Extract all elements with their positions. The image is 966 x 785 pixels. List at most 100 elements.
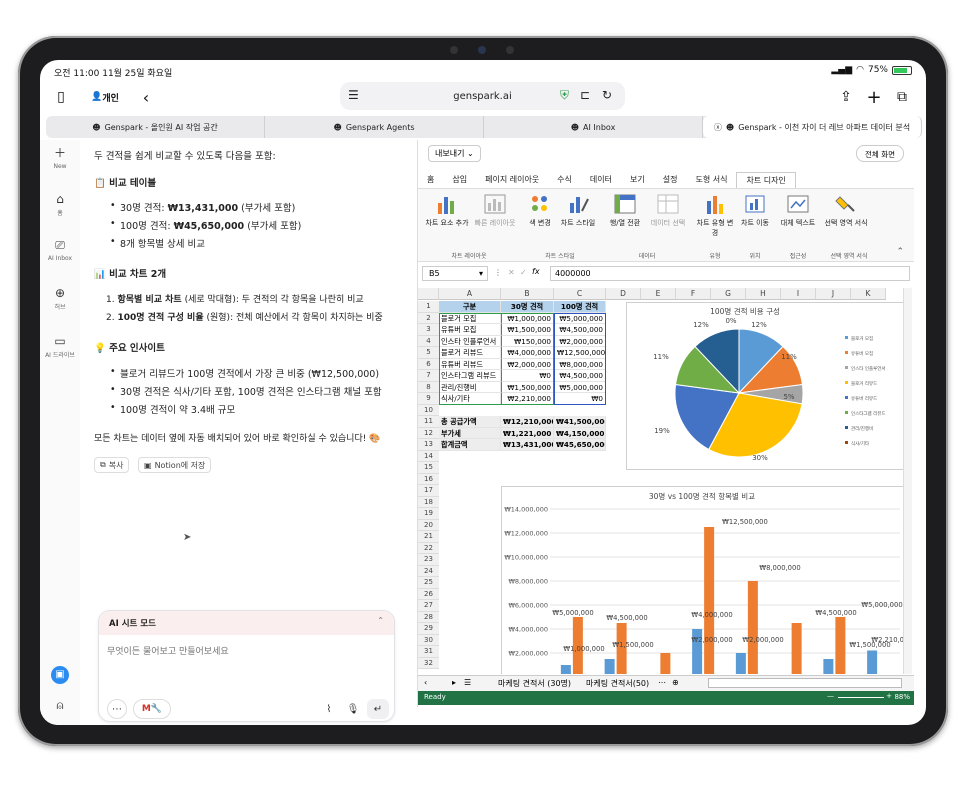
row-header[interactable]: 29 <box>418 623 439 635</box>
sheet-tab-50[interactable]: 마케팅 견적서(50) <box>586 678 649 689</box>
column-header[interactable]: C <box>554 288 606 300</box>
pie-chart[interactable]: 100명 견적 비용 구성 12% 11% 5% 30% 19% 11% 12% 0% 블로거 모… <box>626 302 904 470</box>
bar[interactable] <box>867 650 878 674</box>
move-chart-button[interactable]: 차트 이동 <box>738 193 772 228</box>
row-header[interactable]: 24 <box>418 565 439 577</box>
sheet-list-icon[interactable]: ☰ <box>464 678 471 687</box>
row-header[interactable]: 10 <box>418 404 439 416</box>
table-cell[interactable]: ₩45,650,000 <box>554 439 606 451</box>
cancel-formula-icon[interactable]: ✕ <box>508 268 515 277</box>
select-data-button[interactable]: 데이터 선택 <box>648 193 688 228</box>
page-menu-icon[interactable]: ☰ <box>348 88 359 102</box>
tab-insert[interactable]: 삽입 <box>443 172 476 188</box>
tab-shape-format[interactable]: 도형 서식 <box>686 172 736 188</box>
row-header[interactable]: 17 <box>418 485 439 497</box>
bar[interactable] <box>823 659 834 674</box>
bar-chart[interactable]: 30명 vs 100명 견적 항목별 비교 ₩2,000,000 ₩4,000,00… <box>501 486 913 674</box>
row-header[interactable]: 25 <box>418 577 439 589</box>
table-cell[interactable]: ₩1,221,000 <box>501 427 554 439</box>
bar[interactable] <box>747 581 758 674</box>
tab-apartment-analysis[interactable]: ⓧ ☻ Genspark - 이천 자이 더 레브 아파트 데이터 분석 <box>703 116 922 138</box>
bar[interactable] <box>604 659 615 674</box>
table-cell[interactable]: 구분 <box>439 301 501 313</box>
bar[interactable] <box>704 527 715 674</box>
rail-home[interactable]: ⌂ 홈 <box>40 192 80 217</box>
row-header[interactable]: 31 <box>418 646 439 658</box>
row-header[interactable]: 18 <box>418 496 439 508</box>
sheet-tab-30[interactable]: 마케팅 견적서 (30명) <box>498 678 571 689</box>
collapse-ribbon-icon[interactable]: ⌃ <box>896 247 904 257</box>
send-icon[interactable]: ↵ <box>367 699 389 719</box>
change-colors-button[interactable]: 색 변경 <box>522 193 558 228</box>
add-chart-element-button[interactable]: 차트 요소 추가 <box>424 193 470 228</box>
row-header[interactable]: 30 <box>418 634 439 646</box>
row-header[interactable]: 20 <box>418 519 439 531</box>
row-header[interactable]: 7 <box>418 370 439 382</box>
tab-settings[interactable]: 설정 <box>654 172 687 188</box>
zoom-slider[interactable] <box>838 697 884 698</box>
table-cell[interactable]: 100명 견적 <box>554 301 606 313</box>
row-header[interactable]: 22 <box>418 542 439 554</box>
row-header[interactable]: 12 <box>418 427 439 439</box>
tab-view[interactable]: 보기 <box>621 172 654 188</box>
row-header[interactable]: 26 <box>418 588 439 600</box>
row-header[interactable]: 2 <box>418 312 439 324</box>
new-tab-icon[interactable]: + <box>864 85 884 109</box>
column-header[interactable]: K <box>851 288 886 300</box>
add-sheet-icon[interactable]: ⊕ <box>672 678 679 687</box>
row-header[interactable]: 19 <box>418 508 439 520</box>
column-header[interactable]: D <box>606 288 641 300</box>
prompt-input[interactable] <box>107 643 387 661</box>
chevron-up-icon[interactable]: ⌃ <box>377 616 384 625</box>
bar[interactable] <box>560 665 571 674</box>
alt-text-button[interactable]: 대체 텍스트 <box>778 193 818 228</box>
format-selection-button[interactable]: 선택 영역 서식 <box>824 193 868 228</box>
rail-new[interactable]: ＋ New <box>40 144 80 170</box>
row-header[interactable]: 14 <box>418 450 439 462</box>
confirm-formula-icon[interactable]: ✓ <box>520 268 527 277</box>
zoom-in-icon[interactable]: + <box>886 692 892 700</box>
notion-save-button[interactable]: ▣ Notion에 저장 <box>138 457 212 473</box>
table-cell[interactable]: ₩12,210,000 <box>501 416 554 428</box>
tabs-overview-icon[interactable]: ⧉ <box>892 85 912 109</box>
column-header[interactable]: G <box>711 288 746 300</box>
tab-chart-design[interactable]: 차트 디자인 <box>736 172 796 188</box>
tab-formulas[interactable]: 수식 <box>548 172 581 188</box>
row-header[interactable]: 32 <box>418 657 439 669</box>
row-header[interactable]: 8 <box>418 381 439 393</box>
table-cell[interactable]: ₩4,150,000 <box>554 427 606 439</box>
reader-icon[interactable]: ⊏ <box>580 88 590 102</box>
column-header[interactable]: F <box>676 288 711 300</box>
reload-icon[interactable]: ↻ <box>602 88 612 102</box>
tab-page-layout[interactable]: 페이지 레이아웃 <box>476 172 548 188</box>
column-header[interactable]: I <box>781 288 816 300</box>
row-header[interactable]: 6 <box>418 358 439 370</box>
horizontal-scrollbar[interactable] <box>708 678 902 688</box>
more-vert-icon[interactable]: ⋮ <box>494 268 502 277</box>
row-header[interactable]: 27 <box>418 600 439 612</box>
tab-genspark-agents[interactable]: ☻ Genspark Agents <box>265 116 484 138</box>
tab-home[interactable]: 홈 <box>418 172 443 188</box>
rail-ai-inbox[interactable]: ⎚ AI Inbox <box>40 238 80 262</box>
bar[interactable] <box>735 653 746 674</box>
zoom-out-icon[interactable]: — <box>827 692 834 700</box>
table-cell[interactable]: 총 공급가액 <box>439 416 501 428</box>
table-cell[interactable]: 부가세 <box>439 427 501 439</box>
share-icon[interactable]: ⇪ <box>836 85 856 109</box>
row-header[interactable]: 9 <box>418 393 439 405</box>
table-cell[interactable]: ₩13,431,000 <box>501 439 554 451</box>
tab-genspark-workspace[interactable]: ☻ Genspark - 올인원 AI 작업 공간 <box>46 116 265 138</box>
sheet-grid[interactable]: A B C D E F G H I J K 1 2 3 4 5 6 7 8 9 10 11 12 13 14 15 16 17 18 19… <box>418 288 914 674</box>
row-header[interactable]: 5 <box>418 347 439 359</box>
export-button[interactable]: 내보내기 ⌄ <box>428 145 481 162</box>
more-sheets-icon[interactable]: ⋯ <box>658 678 666 687</box>
rail-ai-drive[interactable]: ▭ AI 드라이브 <box>40 334 80 359</box>
row-header[interactable]: 1 <box>418 301 439 313</box>
rail-hub[interactable]: ⊕ 허브 <box>40 286 80 311</box>
column-header[interactable]: A <box>439 288 501 300</box>
tab-ai-inbox[interactable]: ☻ AI Inbox <box>484 116 703 138</box>
fx-icon[interactable]: fx <box>532 267 540 276</box>
profile-button[interactable]: 👤 개인 <box>80 85 130 109</box>
table-cell[interactable]: ₩41,500,000 <box>554 416 606 428</box>
copy-button[interactable]: ⧉ 복사 <box>94 457 130 473</box>
